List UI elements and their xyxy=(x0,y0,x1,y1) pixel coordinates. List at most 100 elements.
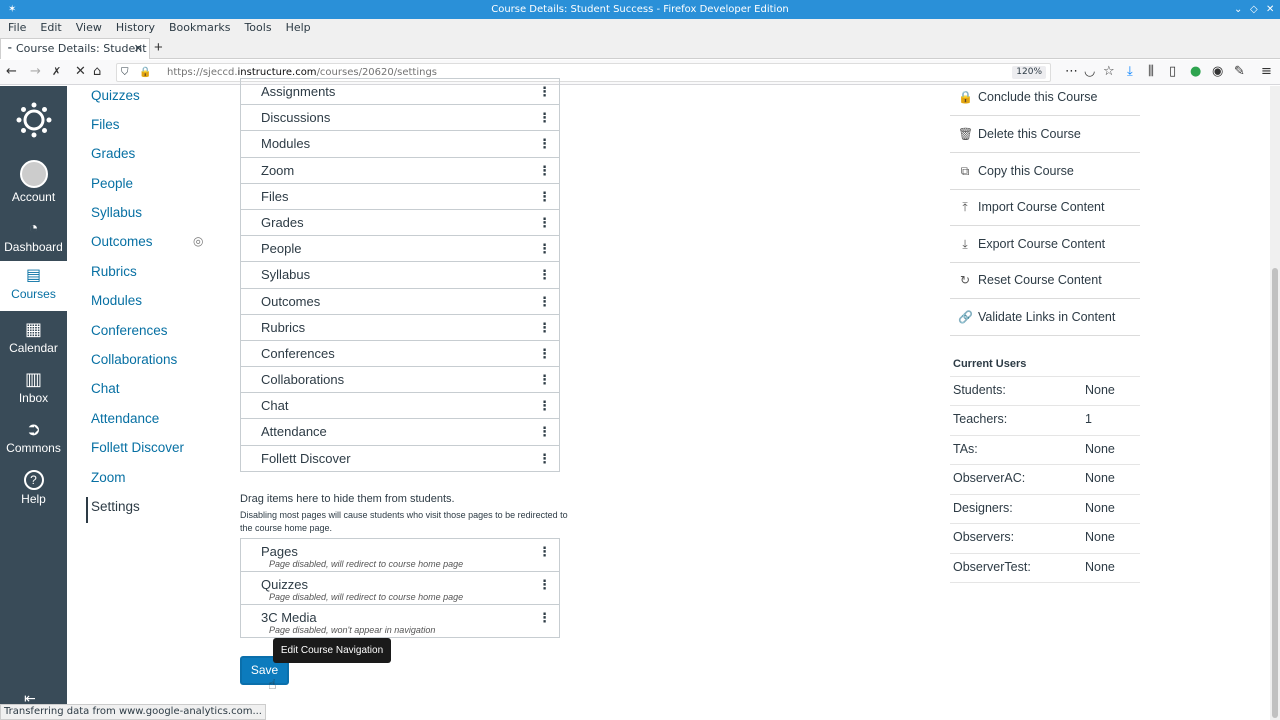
kebab-menu-icon[interactable]: ⋮ xyxy=(538,158,551,183)
kebab-menu-icon[interactable]: ⋮ xyxy=(538,446,551,471)
conclude-course-link[interactable]: 🔒 Conclude this Course xyxy=(950,79,1140,116)
nav-help[interactable]: ? Help xyxy=(0,470,67,506)
coursenav-syllabus[interactable]: Syllabus xyxy=(91,205,142,220)
library-icon[interactable]: ⫼ xyxy=(1148,63,1154,81)
coursenav-attendance[interactable]: Attendance xyxy=(91,411,159,426)
export-content-link[interactable]: ⤓ Export Course Content xyxy=(950,226,1140,263)
reset-content-link[interactable]: ↻ Reset Course Content xyxy=(950,262,1140,299)
menu-tools[interactable]: Tools xyxy=(237,19,278,37)
kebab-menu-icon[interactable]: ⋮ xyxy=(538,105,551,130)
tab-title: Course Details: Student xyxy=(16,42,147,55)
kebab-menu-icon[interactable]: ⋮ xyxy=(538,605,551,630)
coursenav-modules[interactable]: Modules xyxy=(91,293,142,308)
kebab-menu-icon[interactable]: ⋮ xyxy=(538,131,551,156)
nav-courses[interactable]: ▤ Courses xyxy=(0,261,67,311)
hidden-row-3c-media[interactable]: 3C Media Page disabled, won't appear in … xyxy=(241,604,559,637)
nav-dashboard-label: Dashboard xyxy=(4,240,63,254)
coursenav-grades[interactable]: Grades xyxy=(91,146,135,161)
copy-course-link[interactable]: ⧉ Copy this Course xyxy=(950,153,1140,190)
nav-row-discussions[interactable]: Discussions ⋮ xyxy=(241,104,559,130)
close-tab-icon[interactable]: ✕ xyxy=(134,39,143,59)
coursenav-zoom[interactable]: Zoom xyxy=(91,470,126,485)
nav-row-syllabus[interactable]: Syllabus ⋮ xyxy=(241,261,559,287)
kebab-menu-icon[interactable]: ⋮ xyxy=(538,572,551,597)
kebab-menu-icon[interactable]: ⋮ xyxy=(538,419,551,444)
menu-history[interactable]: History xyxy=(109,19,162,37)
account-icon[interactable]: ◉ xyxy=(1212,63,1223,81)
coursenav-follett-discover[interactable]: Follett Discover xyxy=(91,440,184,455)
coursenav-collaborations[interactable]: Collaborations xyxy=(91,352,177,367)
nav-row-label: Grades xyxy=(261,214,304,230)
forward-icon[interactable]: → xyxy=(30,63,41,81)
extension-icon[interactable]: ● xyxy=(1190,63,1201,81)
menu-file[interactable]: File xyxy=(0,19,33,37)
maximize-icon[interactable]: ◇ xyxy=(1250,0,1258,19)
nav-row-assignments[interactable]: Assignments ⋮ xyxy=(241,78,559,104)
menu-edit[interactable]: Edit xyxy=(33,19,68,37)
coursenav-quizzes[interactable]: Quizzes xyxy=(91,88,140,103)
nav-dashboard[interactable]: ◔ Dashboard xyxy=(0,220,67,254)
nav-row-outcomes[interactable]: Outcomes ⋮ xyxy=(241,287,559,314)
nav-row-people[interactable]: People ⋮ xyxy=(241,235,559,261)
browser-tab[interactable]: ⁃ Course Details: Student ✕ xyxy=(0,38,150,59)
import-content-link[interactable]: ⤒ Import Course Content xyxy=(950,189,1140,226)
nav-row-zoom[interactable]: Zoom ⋮ xyxy=(241,156,559,183)
nav-row-follett-discover[interactable]: Follett Discover ⋮ xyxy=(241,444,559,471)
close-window-icon[interactable]: ✕ xyxy=(1266,0,1274,19)
kebab-menu-icon[interactable]: ⋮ xyxy=(538,539,551,564)
sidebar-icon[interactable]: ▯ xyxy=(1169,63,1176,81)
coursenav-people[interactable]: People xyxy=(91,176,133,191)
kebab-menu-icon[interactable]: ⋮ xyxy=(538,315,551,340)
hidden-row-quizzes[interactable]: Quizzes Page disabled, will redirect to … xyxy=(241,571,559,604)
minimize-icon[interactable]: ⌄ xyxy=(1234,0,1242,19)
nav-row-grades[interactable]: Grades ⋮ xyxy=(241,208,559,235)
kebab-menu-icon[interactable]: ⋮ xyxy=(538,184,551,209)
kebab-menu-icon[interactable]: ⋮ xyxy=(538,210,551,235)
kebab-menu-icon[interactable]: ⋮ xyxy=(538,341,551,366)
new-tab-icon[interactable]: + xyxy=(154,39,163,57)
kebab-menu-icon[interactable]: ⋮ xyxy=(538,79,551,104)
coursenav-settings[interactable]: Settings xyxy=(91,499,140,514)
kebab-menu-icon[interactable]: ⋮ xyxy=(538,236,551,261)
menu-help[interactable]: Help xyxy=(279,19,318,37)
nav-row-collaborations[interactable]: Collaborations ⋮ xyxy=(241,366,559,392)
menu-view[interactable]: View xyxy=(69,19,109,37)
nav-row-modules[interactable]: Modules ⋮ xyxy=(241,130,559,156)
back-icon[interactable]: ← xyxy=(6,63,17,81)
hamburger-menu-icon[interactable]: ≡ xyxy=(1261,63,1272,81)
validate-links-link[interactable]: 🔗 Validate Links in Content xyxy=(950,299,1140,336)
nav-account[interactable]: Account xyxy=(0,160,67,204)
nav-inbox[interactable]: ▥ Inbox xyxy=(0,369,67,405)
nav-row-conferences[interactable]: Conferences ⋮ xyxy=(241,339,559,366)
nav-row-rubrics[interactable]: Rubrics ⋮ xyxy=(241,313,559,340)
kebab-menu-icon[interactable]: ⋮ xyxy=(538,393,551,418)
hidden-row-label: Quizzes xyxy=(261,577,308,592)
delete-course-link[interactable]: 🗑 Delete this Course xyxy=(950,116,1140,153)
nav-commons[interactable]: ➲ Commons xyxy=(0,419,67,455)
nav-row-files[interactable]: Files ⋮ xyxy=(241,182,559,209)
coursenav-outcomes[interactable]: Outcomes xyxy=(91,234,153,249)
kebab-menu-icon[interactable]: ⋮ xyxy=(538,289,551,314)
coursenav-chat[interactable]: Chat xyxy=(91,381,120,396)
nav-calendar[interactable]: ▦ Calendar xyxy=(0,319,67,355)
menu-bookmarks[interactable]: Bookmarks xyxy=(162,19,237,37)
zoom-level[interactable]: 120% xyxy=(1012,66,1046,79)
coursenav-rubrics[interactable]: Rubrics xyxy=(91,264,137,279)
home-icon[interactable]: ⌂ xyxy=(93,63,101,81)
current-users-title: Current Users xyxy=(953,358,1027,370)
coursenav-files[interactable]: Files xyxy=(91,117,120,132)
nav-commons-label: Commons xyxy=(6,441,61,455)
shield-icon[interactable]: ⛉ xyxy=(121,64,129,81)
coursenav-conferences[interactable]: Conferences xyxy=(91,323,168,338)
nav-row-chat[interactable]: Chat ⋮ xyxy=(241,392,559,418)
devtools-icon[interactable]: ✗ xyxy=(52,63,61,81)
kebab-menu-icon[interactable]: ⋮ xyxy=(538,367,551,392)
hidden-row-pages[interactable]: Pages Page disabled, will redirect to co… xyxy=(241,538,559,571)
canvas-logo[interactable] xyxy=(0,102,67,141)
stop-icon[interactable]: ✕ xyxy=(75,63,86,81)
eyedropper-icon[interactable]: ✎ xyxy=(1234,63,1245,81)
scrollbar-thumb[interactable] xyxy=(1272,268,1278,718)
nav-row-attendance[interactable]: Attendance ⋮ xyxy=(241,418,559,444)
user-count-row: ObserverAC: None xyxy=(950,464,1140,494)
kebab-menu-icon[interactable]: ⋮ xyxy=(538,262,551,287)
